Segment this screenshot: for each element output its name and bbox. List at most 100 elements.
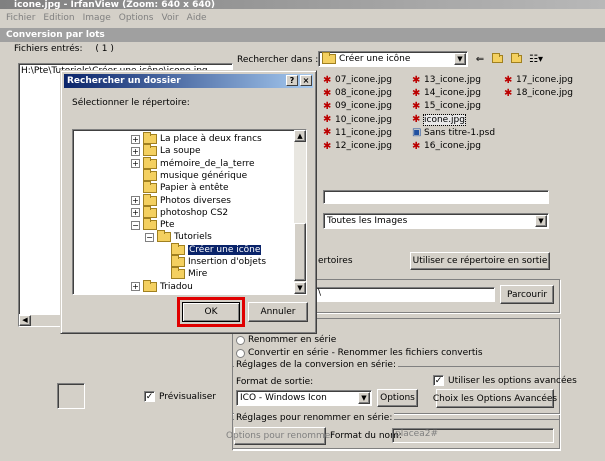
tree-item[interactable]: + Triadou <box>131 279 193 293</box>
tree-item-label: musique générique <box>160 170 248 181</box>
file-item[interactable]: ✱ 16_icone.jpg <box>412 141 481 151</box>
up-folder-icon[interactable] <box>490 53 504 65</box>
file-item[interactable]: ✱ 18_icone.jpg <box>504 88 573 98</box>
chevron-down-icon[interactable]: ▼ <box>454 53 466 65</box>
close-icon[interactable]: × <box>300 75 312 86</box>
tree-item[interactable]: musique générique <box>131 168 248 182</box>
scroll-left-arrow-icon[interactable]: ◀ <box>19 315 31 326</box>
file-name-input[interactable] <box>323 190 549 204</box>
tree-item[interactable]: + photoshop CS2 <box>131 205 228 219</box>
output-format-select[interactable]: ICO - Windows Icon ▼ <box>236 390 372 406</box>
name-format-input[interactable]: placea2# <box>392 428 554 443</box>
collapse-icon[interactable]: − <box>145 232 154 242</box>
chevron-down-icon[interactable]: ▼ <box>535 215 547 227</box>
use-advanced-option[interactable]: ✓ Utiliser les options avancées <box>433 375 577 386</box>
folder-icon <box>143 181 157 194</box>
menu-item[interactable]: Image <box>83 13 111 23</box>
expand-icon[interactable]: + <box>131 208 140 218</box>
expand-icon[interactable]: + <box>131 282 140 292</box>
file-item[interactable]: ✱ 13_icone.jpg <box>412 75 481 85</box>
folder-icon <box>143 279 157 292</box>
file-item[interactable]: ✱ 17_icone.jpg <box>504 75 573 85</box>
view-menu-icon[interactable]: ☷▾ <box>527 53 545 65</box>
image-file-icon: ✱ <box>412 74 421 86</box>
expand-icon[interactable]: + <box>131 159 140 169</box>
file-name: 09_icone.jpg <box>335 101 392 112</box>
back-arrow-icon[interactable]: ⇐ <box>473 53 487 65</box>
psd-file-icon: ▣ <box>412 127 422 139</box>
tree-item-label: Pte <box>160 220 175 231</box>
menu-item[interactable]: Voir <box>161 13 178 23</box>
menu-item[interactable]: Edition <box>43 13 74 23</box>
tree-item[interactable]: − Pte <box>131 218 175 231</box>
folder-tree[interactable]: + La place à deux francs + La soupe + mémoire… <box>72 129 307 295</box>
file-item[interactable]: ✱ 07_icone.jpg <box>323 75 392 85</box>
file-item[interactable]: ✱ 10_icone.jpg <box>323 115 392 125</box>
tree-item[interactable]: Papier à entête <box>131 181 229 194</box>
image-file-icon: ✱ <box>323 127 332 139</box>
menu-item[interactable]: Aide <box>187 13 207 23</box>
rename-options-button[interactable]: Options pour renommer <box>226 427 334 445</box>
look-in-select[interactable]: Créer une icône ▼ <box>318 51 468 67</box>
tree-item[interactable]: + Photos diverses <box>131 193 231 207</box>
advanced-options-button[interactable]: Choix les Options Avancées <box>433 389 557 408</box>
checkmark-icon[interactable]: ✓ <box>144 391 155 402</box>
menu-item[interactable]: Fichier <box>6 13 35 23</box>
help-icon[interactable]: ? <box>286 75 298 86</box>
tree-item[interactable]: Créer une icône <box>159 242 262 256</box>
scroll-thumb[interactable] <box>294 223 306 281</box>
ok-button[interactable]: OK <box>182 302 240 322</box>
radio-icon[interactable] <box>236 348 245 358</box>
expand-icon[interactable]: + <box>131 146 140 156</box>
tree-item[interactable]: + La soupe <box>131 144 201 157</box>
radio-icon[interactable] <box>236 335 245 345</box>
folder-icon <box>143 205 157 218</box>
file-item[interactable]: ✱ 08_icone.jpg <box>323 88 392 98</box>
tree-item[interactable]: − Tutoriels <box>145 230 212 243</box>
vertical-scrollbar[interactable]: ▲ ▼ <box>294 130 306 294</box>
folder-icon <box>143 144 157 157</box>
file-item[interactable]: ✱ 14_icone.jpg <box>412 88 481 98</box>
file-item[interactable]: ✱ icone.jpg <box>412 113 466 126</box>
preview-option[interactable]: ✓ Prévisualiser <box>144 391 216 402</box>
file-item[interactable]: ✱ 15_icone.jpg <box>412 101 481 111</box>
file-name: Sans titre-1.psd <box>424 127 496 138</box>
output-dir-input[interactable]: \ <box>315 287 495 302</box>
scroll-up-arrow-icon[interactable]: ▲ <box>294 130 306 142</box>
options-button[interactable]: Options <box>377 389 418 407</box>
tree-item-label: Tutoriels <box>174 232 212 243</box>
radio-rename-label: Renommer en série <box>248 335 337 345</box>
file-name: 13_icone.jpg <box>424 75 481 85</box>
file-name: 17_icone.jpg <box>516 75 573 85</box>
dialog-prompt: Sélectionner le répertoire: <box>72 98 190 108</box>
folder-icon <box>143 156 157 169</box>
expand-icon[interactable]: + <box>131 196 140 205</box>
file-item[interactable]: ✱ 09_icone.jpg <box>323 101 392 111</box>
file-item[interactable]: ✱ 12_icone.jpg <box>323 141 392 151</box>
radio-rename[interactable]: Renommer en série <box>236 335 336 345</box>
tree-item-label: Photos diverses <box>160 195 231 206</box>
folder-icon <box>171 242 185 255</box>
file-name: 15_icone.jpg <box>424 101 481 112</box>
file-item[interactable]: ✱ 11_icone.jpg <box>323 128 392 138</box>
tree-item[interactable]: Mire <box>159 267 207 280</box>
browse-button[interactable]: Parcourir <box>500 285 554 304</box>
expand-icon[interactable]: + <box>131 134 140 144</box>
cancel-button[interactable]: Annuler <box>248 302 308 322</box>
tree-item[interactable]: Insertion d'objets <box>159 255 266 268</box>
file-name: 12_icone.jpg <box>335 141 392 151</box>
checkmark-icon[interactable]: ✓ <box>433 375 444 386</box>
tree-item[interactable]: + mémoire_de_la_terre <box>131 156 255 170</box>
scroll-down-arrow-icon[interactable]: ▼ <box>294 282 306 294</box>
file-item[interactable]: ▣ Sans titre-1.psd <box>412 128 495 138</box>
folder-icon <box>143 132 157 144</box>
new-folder-icon[interactable] <box>509 53 523 65</box>
tree-item[interactable]: + La place à deux francs <box>131 132 262 145</box>
use-directory-button[interactable]: Utiliser ce répertoire en sortie <box>410 252 550 270</box>
chevron-down-icon[interactable]: ▼ <box>358 392 370 404</box>
menu-item[interactable]: Options <box>119 13 154 23</box>
collapse-icon[interactable]: − <box>131 220 140 230</box>
file-type-select[interactable]: Toutes les Images ▼ <box>323 213 549 229</box>
tree-item-label: Papier à entête <box>160 183 229 194</box>
radio-convert-rename[interactable]: Convertir en série - Renommer les fichie… <box>236 348 483 358</box>
